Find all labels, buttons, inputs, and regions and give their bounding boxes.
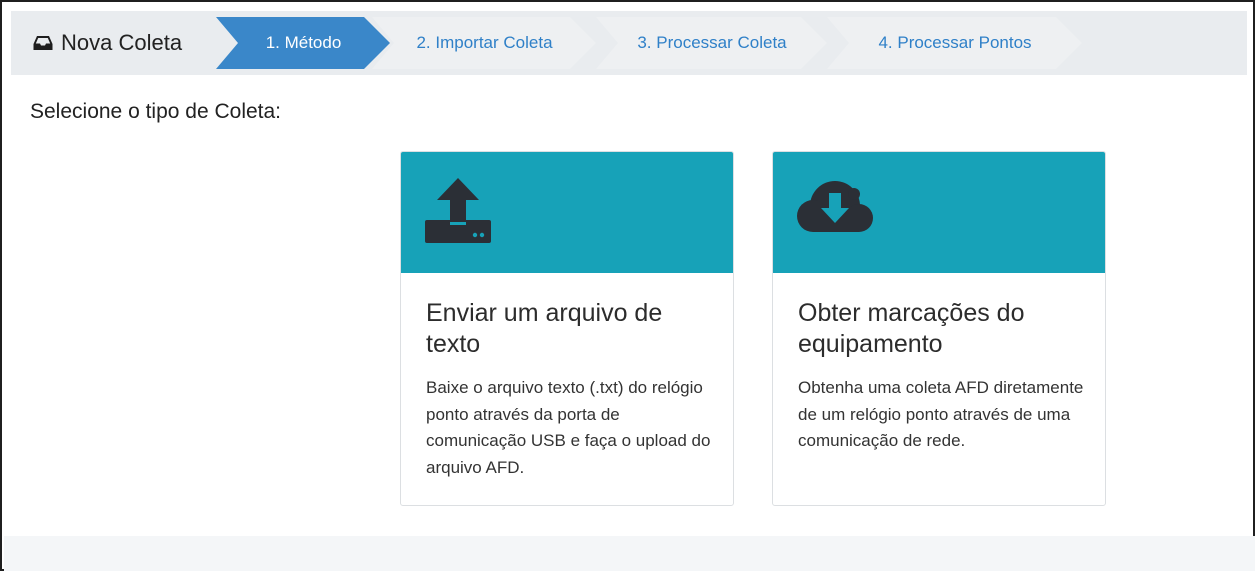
step-importar-coleta-label: 2. Importar Coleta	[416, 33, 553, 52]
step-processar-pontos-label: 4. Processar Pontos	[878, 33, 1032, 52]
footer-band	[4, 536, 1255, 571]
card-title: Obter marcações do equipamento	[798, 299, 1025, 358]
wizard-title-text: Nova Coleta	[61, 30, 183, 55]
app-frame: Nova Coleta 1. Método 2. Importar Coleta	[0, 0, 1255, 571]
step-processar-pontos[interactable]: 4. Processar Pontos	[827, 17, 1083, 69]
step-metodo-label: 1. Método	[265, 33, 342, 52]
card-description: Baixe o arquivo texto (.txt) do relógio …	[426, 378, 711, 477]
card-get-device-records[interactable]: Obter marcações do equipamento Obtenha u…	[772, 151, 1106, 506]
cloud-download-icon	[797, 181, 873, 232]
collection-type-prompt: Selecione o tipo de Coleta:	[30, 100, 282, 123]
step-metodo[interactable]: 1. Método	[216, 17, 391, 69]
step-processar-coleta[interactable]: 3. Processar Coleta	[596, 17, 828, 69]
card-title: Enviar um arquivo de texto	[426, 299, 663, 358]
card-send-text-file[interactable]: Enviar um arquivo de texto Baixe o arqui…	[400, 151, 734, 506]
card-header	[401, 152, 733, 273]
card-description: Obtenha uma coleta AFD diretamente de um…	[798, 378, 1084, 450]
inbox-icon	[33, 36, 53, 50]
card-header	[773, 152, 1105, 273]
upload-icon	[425, 178, 491, 243]
wizard-title: Nova Coleta	[33, 11, 182, 75]
step-processar-coleta-label: 3. Processar Coleta	[637, 33, 787, 52]
wizard-header: Nova Coleta 1. Método 2. Importar Coleta	[11, 11, 1247, 75]
step-importar-coleta[interactable]: 2. Importar Coleta	[372, 17, 597, 69]
